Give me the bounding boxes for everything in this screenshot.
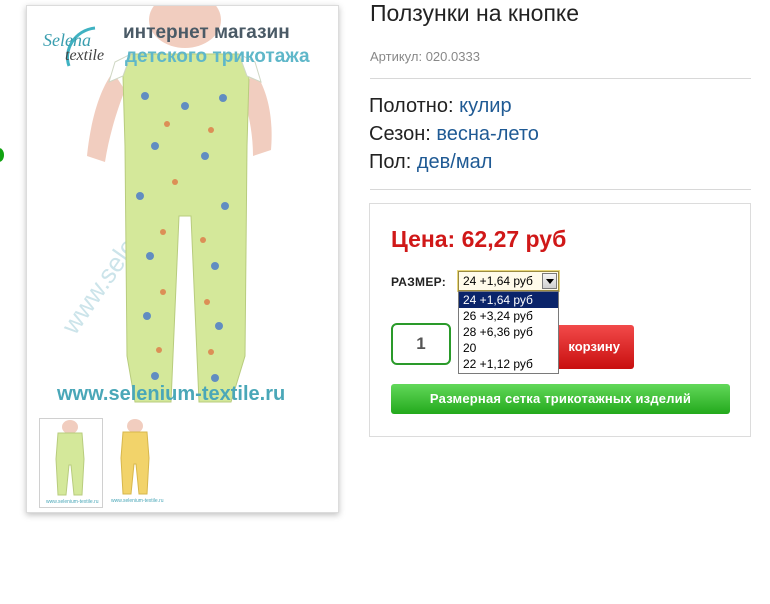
- product-attributes: Полотно: кулир Сезон: весна-лето Пол: де…: [369, 92, 539, 176]
- product-main-photo[interactable]: www.selenium-textile.ru Selena textile: [35, 6, 332, 410]
- size-select-value: 24 +1,64 руб: [463, 274, 533, 288]
- product-image-card: www.selenium-textile.ru Selena textile: [26, 5, 339, 513]
- size-option[interactable]: 24 +1,64 руб: [459, 292, 558, 308]
- brand-bottom-text: textile: [65, 47, 104, 64]
- size-select[interactable]: 24 +1,64 руб: [458, 271, 559, 291]
- brand-logo: Selena textile: [43, 26, 104, 67]
- divider: [370, 189, 751, 190]
- attribute-key: Сезон:: [369, 123, 431, 145]
- size-option[interactable]: 28 +6,36 руб: [459, 324, 558, 340]
- attribute-value[interactable]: весна-лето: [436, 123, 539, 145]
- svg-text:www.selenium-textile.ru: www.selenium-textile.ru: [46, 499, 99, 505]
- divider: [370, 78, 751, 79]
- buy-box: Цена: 62,27 руб РАЗМЕР: 24 +1,64 руб 24 …: [369, 203, 751, 437]
- quantity-input[interactable]: 1: [391, 323, 451, 365]
- chevron-down-icon[interactable]: [542, 273, 557, 289]
- attribute-gender: Пол: дев/мал: [369, 148, 539, 176]
- article-value: 020.0333: [425, 49, 480, 64]
- svg-text:www.selenium-textile.ru: www.selenium-textile.ru: [111, 498, 164, 504]
- edge-indicator: [0, 148, 4, 162]
- size-option[interactable]: 22 +1,12 руб: [459, 356, 558, 372]
- attribute-season: Сезон: весна-лето: [369, 120, 539, 148]
- price: Цена: 62,27 руб: [391, 226, 567, 252]
- size-dropdown-list: 24 +1,64 руб 26 +3,24 руб 28 +6,36 руб 2…: [458, 291, 559, 374]
- site-url-text: www.selenium-textile.ru: [56, 383, 285, 405]
- article-number: Артикул: 020.0333: [370, 49, 480, 64]
- size-option[interactable]: 20: [459, 340, 558, 356]
- article-label: Артикул:: [370, 49, 423, 64]
- garment-photo: www.selenium-textile.ru Selena textile: [43, 6, 310, 405]
- attribute-key: Пол:: [369, 151, 412, 173]
- size-chart-button[interactable]: Размерная сетка трикотажных изделий: [391, 384, 730, 414]
- thumbnail-yellow[interactable]: www.selenium-textile.ru: [105, 418, 167, 506]
- size-option[interactable]: 26 +3,24 руб: [459, 308, 558, 324]
- attribute-key: Полотно:: [369, 95, 454, 117]
- size-label: РАЗМЕР:: [391, 275, 447, 289]
- attribute-value[interactable]: кулир: [459, 95, 512, 117]
- add-to-cart-label: корзину: [568, 339, 620, 354]
- banner-line1: интернет магазин: [123, 22, 290, 43]
- banner-line2: детского трикотажа: [125, 46, 310, 67]
- thumbnail-green[interactable]: www.selenium-textile.ru: [39, 418, 103, 508]
- attribute-fabric: Полотно: кулир: [369, 92, 539, 120]
- attribute-value[interactable]: дев/мал: [417, 151, 493, 173]
- product-title: Ползунки на кнопке: [370, 0, 580, 26]
